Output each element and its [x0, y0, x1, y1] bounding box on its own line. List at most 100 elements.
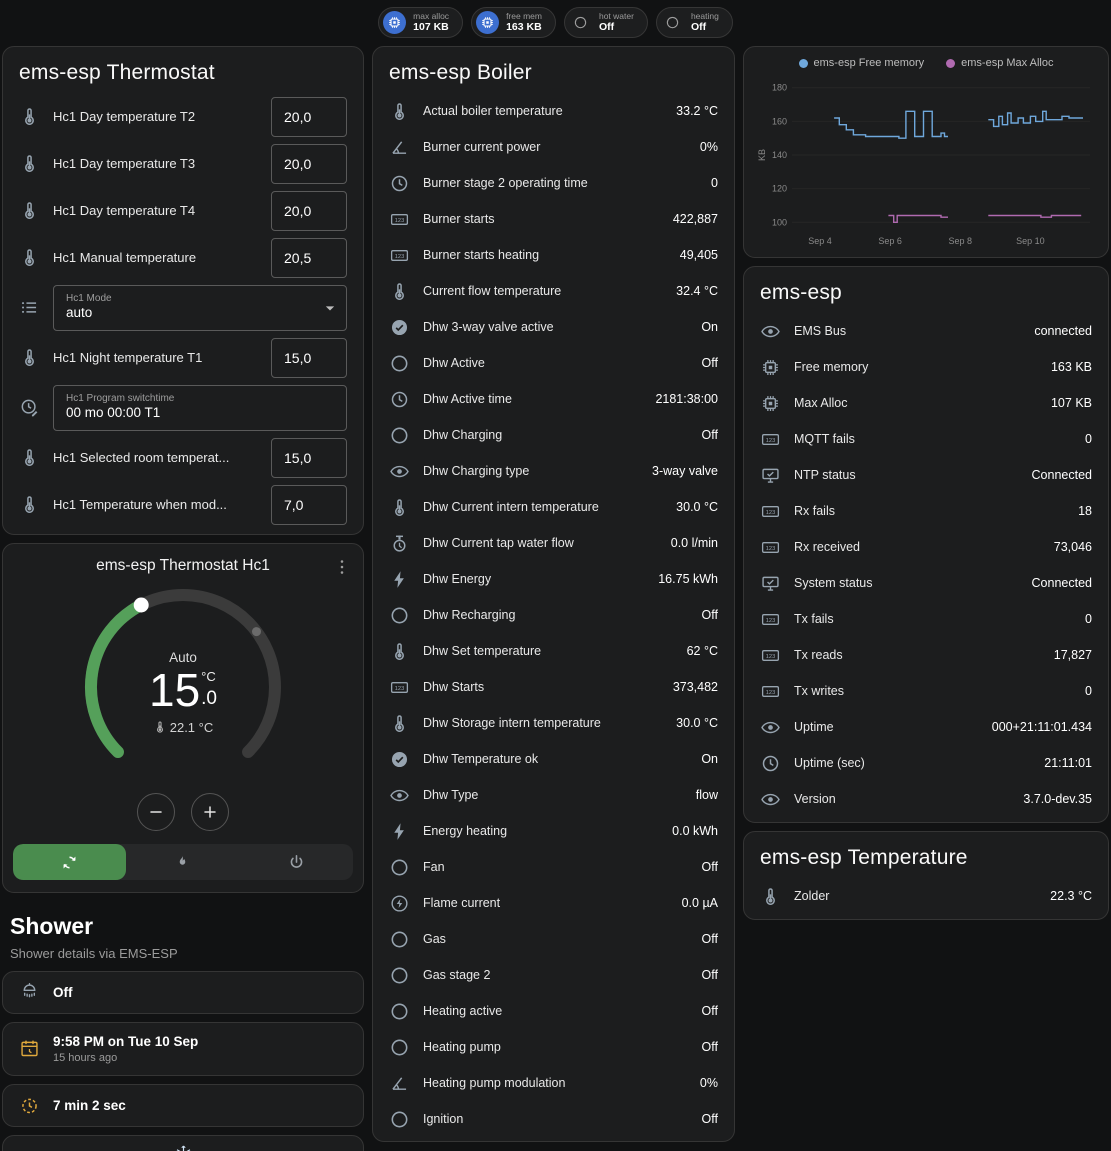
entity-row[interactable]: 123 Tx writes 0 [744, 673, 1108, 709]
entity-row[interactable]: Version 3.7.0-dev.35 [744, 781, 1108, 817]
entity-row[interactable]: Hc1 Selected room temperat... 15,0 [3, 434, 363, 481]
entity-row[interactable]: Dhw 3-way valve active On [373, 309, 734, 345]
entity-row[interactable]: Heating pump Off [373, 1029, 734, 1065]
shower-entity-card[interactable]: 7 min 2 sec [2, 1084, 364, 1127]
entity-row[interactable]: Dhw Temperature ok On [373, 741, 734, 777]
more-menu-icon[interactable] [331, 556, 353, 578]
temp-increase-button[interactable] [191, 793, 229, 831]
eye-icon [760, 789, 781, 810]
badge-chip[interactable]: max alloc 107 KB [378, 7, 463, 38]
hvac-mode-button[interactable] [126, 844, 239, 880]
entity-row[interactable]: Current flow temperature 32.4 °C [373, 273, 734, 309]
entity-row[interactable]: Dhw Active Off [373, 345, 734, 381]
entity-row[interactable]: Heating active Off [373, 993, 734, 1029]
entity-value: Off [53, 984, 73, 1002]
shower-entity-card[interactable]: Off [2, 971, 364, 1014]
number-input[interactable]: 20,5 [271, 238, 347, 278]
select-label: Hc1 Mode [66, 293, 316, 305]
entity-row[interactable]: Gas stage 2 Off [373, 957, 734, 993]
entity-row[interactable]: Dhw Type flow [373, 777, 734, 813]
entity-row[interactable]: NTP status Connected [744, 457, 1108, 493]
entity-value: 22.3 °C [1050, 889, 1092, 903]
entity-row[interactable]: Heating pump modulation 0% [373, 1065, 734, 1101]
entity-row[interactable]: Dhw Charging Off [373, 417, 734, 453]
counter-icon: 123 [760, 501, 781, 522]
entity-row[interactable]: Actual boiler temperature 33.2 °C [373, 93, 734, 129]
entity-row[interactable]: Hc1 Day temperature T4 20,0 [3, 187, 363, 234]
entity-row[interactable]: 123 Tx reads 17,827 [744, 637, 1108, 673]
text-input[interactable]: Hc1 Program switchtime 00 mo 00:00 T1 [53, 385, 347, 431]
entity-row[interactable]: Energy heating 0.0 kWh [373, 813, 734, 849]
entity-row[interactable]: Hc1 Day temperature T3 20,0 [3, 140, 363, 187]
entity-row[interactable]: Uptime 000+21:11:01.434 [744, 709, 1108, 745]
entity-row[interactable]: 123 Rx received 73,046 [744, 529, 1108, 565]
number-input[interactable]: 20,0 [271, 191, 347, 231]
circle-outline-icon [389, 353, 410, 374]
temp-decrease-button[interactable] [137, 793, 175, 831]
entity-row[interactable]: 123 Burner starts heating 49,405 [373, 237, 734, 273]
entity-row[interactable]: Dhw Recharging Off [373, 597, 734, 633]
entity-row[interactable]: Dhw Current tap water flow 0.0 l/min [373, 525, 734, 561]
hvac-mode-button[interactable] [240, 844, 353, 880]
entity-row[interactable]: 123 MQTT fails 0 [744, 421, 1108, 457]
auto-mode-icon [60, 853, 79, 872]
legend-free-memory[interactable]: ems-esp Free memory [799, 57, 925, 69]
entity-label: Dhw Storage intern temperature [423, 716, 663, 730]
entity-row[interactable]: Hc1 Program switchtime 00 mo 00:00 T1 [3, 381, 363, 434]
entity-row[interactable]: Dhw Charging type 3-way valve [373, 453, 734, 489]
entity-row[interactable]: Dhw Storage intern temperature 30.0 °C [373, 705, 734, 741]
badge-chip[interactable]: heating Off [656, 7, 733, 38]
entity-row[interactable]: Burner current power 0% [373, 129, 734, 165]
current-temperature: 22.1 °C [153, 720, 214, 735]
entity-value: 73,046 [1054, 540, 1092, 554]
entity-row[interactable]: Hc1 Day temperature T2 20,0 [3, 93, 363, 140]
number-input[interactable]: 7,0 [271, 485, 347, 525]
water-thermometer-icon [19, 447, 40, 468]
badge-chip[interactable]: free mem 163 KB [471, 7, 556, 38]
number-input[interactable]: 15,0 [271, 438, 347, 478]
number-value: 15,0 [284, 450, 311, 466]
entity-row[interactable]: Hc1 Temperature when mod... 7,0 [3, 481, 363, 528]
entity-row[interactable]: Free memory 163 KB [744, 349, 1108, 385]
number-value: 15,0 [284, 350, 311, 366]
number-input[interactable]: 20,0 [271, 97, 347, 137]
entity-row[interactable]: 123 Tx fails 0 [744, 601, 1108, 637]
entity-row[interactable]: Burner stage 2 operating time 0 [373, 165, 734, 201]
water-thermometer-icon [19, 200, 40, 221]
entity-label: Hc1 Manual temperature [53, 250, 258, 265]
legend-max-alloc[interactable]: ems-esp Max Alloc [946, 57, 1053, 69]
entity-row[interactable]: Dhw Current intern temperature 30.0 °C [373, 489, 734, 525]
mode-select[interactable]: Hc1 Mode auto [53, 285, 347, 331]
entity-row[interactable]: Hc1 Manual temperature 20,5 [3, 234, 363, 281]
entity-row[interactable]: Flame current 0.0 µA [373, 885, 734, 921]
entity-value: 0 [1085, 432, 1092, 446]
entity-row[interactable]: 123 Burner starts 422,887 [373, 201, 734, 237]
entity-row[interactable]: Gas Off [373, 921, 734, 957]
hvac-mode-button[interactable] [13, 844, 126, 880]
entity-row[interactable]: Fan Off [373, 849, 734, 885]
number-input[interactable]: 15,0 [271, 338, 347, 378]
cold-water-card[interactable] [2, 1135, 364, 1151]
svg-text:123: 123 [395, 685, 404, 691]
entity-label: Fan [423, 860, 689, 874]
entity-row[interactable]: System status Connected [744, 565, 1108, 601]
entity-row[interactable]: Hc1 Mode auto [3, 281, 363, 334]
entity-row[interactable]: 123 Dhw Starts 373,482 [373, 669, 734, 705]
entity-row[interactable]: Dhw Set temperature 62 °C [373, 633, 734, 669]
entity-row[interactable]: Dhw Active time 2181:38:00 [373, 381, 734, 417]
entity-row[interactable]: EMS Bus connected [744, 313, 1108, 349]
entity-row[interactable]: Ignition Off [373, 1101, 734, 1137]
thermostat-dial[interactable]: Auto 15 °C .0 22.1 °C [68, 583, 298, 791]
entity-row[interactable]: 123 Rx fails 18 [744, 493, 1108, 529]
entity-value: 0 [1085, 612, 1092, 626]
card-title: ems-esp [744, 267, 1108, 313]
entity-row[interactable]: Zolder 22.3 °C [744, 878, 1108, 914]
entity-row[interactable]: Uptime (sec) 21:11:01 [744, 745, 1108, 781]
lightning-circle-icon [389, 893, 410, 914]
entity-row[interactable]: Dhw Energy 16.75 kWh [373, 561, 734, 597]
badge-chip[interactable]: hot water Off [564, 7, 648, 38]
number-input[interactable]: 20,0 [271, 144, 347, 184]
entity-row[interactable]: Max Alloc 107 KB [744, 385, 1108, 421]
entity-row[interactable]: Hc1 Night temperature T1 15,0 [3, 334, 363, 381]
shower-entity-card[interactable]: 9:58 PM on Tue 10 Sep 15 hours ago [2, 1022, 364, 1076]
